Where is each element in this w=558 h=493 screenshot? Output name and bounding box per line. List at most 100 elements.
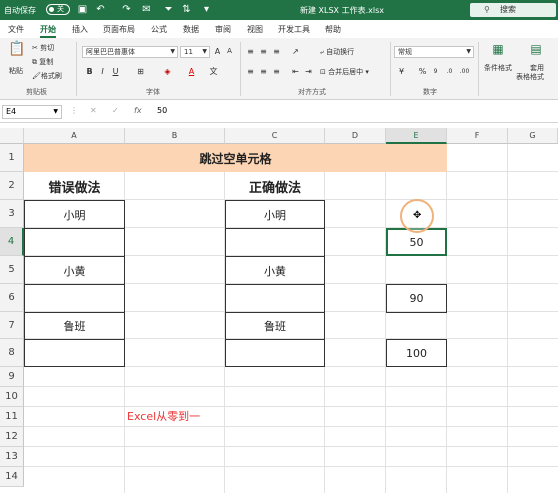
italic-button[interactable]: I	[97, 66, 108, 77]
mail-icon[interactable]: ✉	[140, 3, 153, 16]
cell-c6[interactable]	[225, 284, 325, 313]
fill-color-icon[interactable]: ◈	[162, 66, 173, 77]
tab-home[interactable]: 开始	[40, 24, 56, 38]
merge-center-button[interactable]: ⊡ 合并后居中 ▾	[320, 67, 369, 77]
row-header-6[interactable]: 6	[0, 284, 24, 312]
row-header-9[interactable]: 9	[0, 367, 24, 387]
cell-a4[interactable]	[24, 228, 125, 257]
number-format-select[interactable]: 常规 ▼	[394, 46, 474, 58]
increase-indent-icon[interactable]: ⇥	[303, 66, 314, 77]
row-header-8[interactable]: 8	[0, 339, 24, 367]
row-header-12[interactable]: 12	[0, 427, 24, 447]
select-all-corner[interactable]	[0, 128, 24, 144]
cell-a8[interactable]	[24, 339, 125, 367]
grow-font-icon[interactable]: A	[212, 46, 223, 57]
underline-button[interactable]: U	[110, 66, 121, 77]
column-header-b[interactable]: B	[125, 128, 225, 144]
tab-file[interactable]: 文件	[8, 24, 24, 35]
row-header-10[interactable]: 10	[0, 387, 24, 407]
wrap-text-button[interactable]: ⤶ 自动换行	[320, 47, 354, 57]
cell-c8[interactable]	[225, 339, 325, 367]
cancel-icon[interactable]: ✕	[90, 106, 97, 115]
column-header-d[interactable]: D	[325, 128, 386, 144]
align-top-icon[interactable]: ≡	[245, 46, 256, 57]
font-color-button[interactable]: A	[186, 66, 197, 77]
row-header-5[interactable]: 5	[0, 256, 24, 284]
filter-icon[interactable]: ⏷	[162, 3, 175, 16]
paste-icon[interactable]: 📋	[6, 42, 28, 64]
cell-a5[interactable]: 小黄	[24, 256, 125, 285]
save-icon[interactable]: ▣	[76, 3, 89, 16]
row-header-1[interactable]: 1	[0, 144, 24, 172]
decrease-indent-icon[interactable]: ⇤	[290, 66, 301, 77]
tab-insert[interactable]: 插入	[72, 24, 88, 35]
bold-button[interactable]: B	[84, 66, 95, 77]
tab-page-layout[interactable]: 页面布局	[103, 24, 135, 35]
format-table-icon[interactable]: ▤	[528, 43, 544, 60]
conditional-format-button[interactable]: 条件格式	[484, 63, 512, 73]
cell-e8[interactable]: 100	[386, 339, 447, 367]
align-middle-icon[interactable]: ≡	[258, 46, 269, 57]
tab-help[interactable]: 帮助	[325, 24, 341, 35]
undo-icon[interactable]: ↶	[94, 3, 107, 16]
column-header-a[interactable]: A	[24, 128, 125, 144]
customize-icon[interactable]: ▾	[200, 3, 213, 16]
phonetic-icon[interactable]: 文	[208, 66, 219, 77]
cell-a7[interactable]: 鲁班	[24, 312, 125, 340]
format-table-label-2[interactable]: 表格格式	[516, 72, 544, 82]
borders-icon[interactable]: ⊞	[135, 66, 146, 77]
tab-data[interactable]: 数据	[183, 24, 199, 35]
autosave-toggle[interactable]: 关	[46, 4, 70, 15]
wrong-method-heading[interactable]: 错误做法	[24, 172, 125, 200]
row-header-14[interactable]: 14	[0, 467, 24, 487]
sort-icon[interactable]: ⇅	[180, 3, 193, 16]
copy-button[interactable]: ⧉ 复制	[32, 57, 53, 67]
align-bottom-icon[interactable]: ≡	[271, 46, 282, 57]
right-method-heading[interactable]: 正确做法	[225, 172, 325, 200]
cell-c7[interactable]: 鲁班	[225, 312, 325, 340]
tab-review[interactable]: 审阅	[215, 24, 231, 35]
row-header-3[interactable]: 3	[0, 200, 24, 228]
conditional-format-icon[interactable]: ▦	[490, 43, 506, 60]
tab-developer[interactable]: 开发工具	[278, 24, 310, 35]
row-header-11[interactable]: 11	[0, 407, 24, 427]
name-box[interactable]: E4 ▼	[2, 105, 62, 119]
column-header-e[interactable]: E	[386, 128, 447, 144]
enter-icon[interactable]: ✓	[112, 106, 119, 115]
row-header-2[interactable]: 2	[0, 172, 24, 200]
function-icon[interactable]: fx	[134, 106, 142, 115]
cell-c5[interactable]: 小黄	[225, 256, 325, 285]
decrease-decimal-icon[interactable]: .00	[459, 66, 470, 77]
format-painter-button[interactable]: 🖌格式刷	[32, 71, 62, 81]
increase-decimal-icon[interactable]: .0	[444, 66, 455, 77]
comma-style-icon[interactable]: 9	[430, 66, 441, 77]
formula-input[interactable]: 50	[157, 106, 167, 115]
row-header-4[interactable]: 4	[0, 228, 24, 256]
search-box[interactable]: ⚲ 搜索	[470, 3, 556, 17]
align-right-icon[interactable]: ≡	[271, 66, 282, 77]
sheet-title-cell[interactable]: 跳过空单元格	[24, 144, 447, 172]
cell-c4[interactable]	[225, 228, 325, 257]
align-center-icon[interactable]: ≡	[258, 66, 269, 77]
cell-c3[interactable]: 小明	[225, 200, 325, 229]
cell-a6[interactable]	[24, 284, 125, 313]
percent-icon[interactable]: %	[417, 66, 428, 77]
column-header-g[interactable]: G	[508, 128, 558, 144]
orientation-icon[interactable]: ↗	[290, 46, 301, 57]
font-size-select[interactable]: 11 ▼	[180, 46, 210, 58]
cut-button[interactable]: ✂ 剪切	[32, 43, 54, 53]
currency-icon[interactable]: ¥	[396, 66, 407, 77]
tab-view[interactable]: 视图	[247, 24, 263, 35]
tab-formulas[interactable]: 公式	[151, 24, 167, 35]
row-header-7[interactable]: 7	[0, 312, 24, 339]
column-header-f[interactable]: F	[447, 128, 508, 144]
paste-button[interactable]: 粘贴	[9, 66, 23, 76]
column-header-c[interactable]: C	[225, 128, 325, 144]
redo-icon[interactable]: ↷	[120, 3, 133, 16]
font-name-select[interactable]: 阿里巴巴普惠体 ▼	[82, 46, 178, 58]
cell-a3[interactable]: 小明	[24, 200, 125, 229]
align-left-icon[interactable]: ≡	[245, 66, 256, 77]
shrink-font-icon[interactable]: A	[224, 46, 235, 57]
cell-e6[interactable]: 90	[386, 284, 447, 313]
row-header-13[interactable]: 13	[0, 447, 24, 467]
